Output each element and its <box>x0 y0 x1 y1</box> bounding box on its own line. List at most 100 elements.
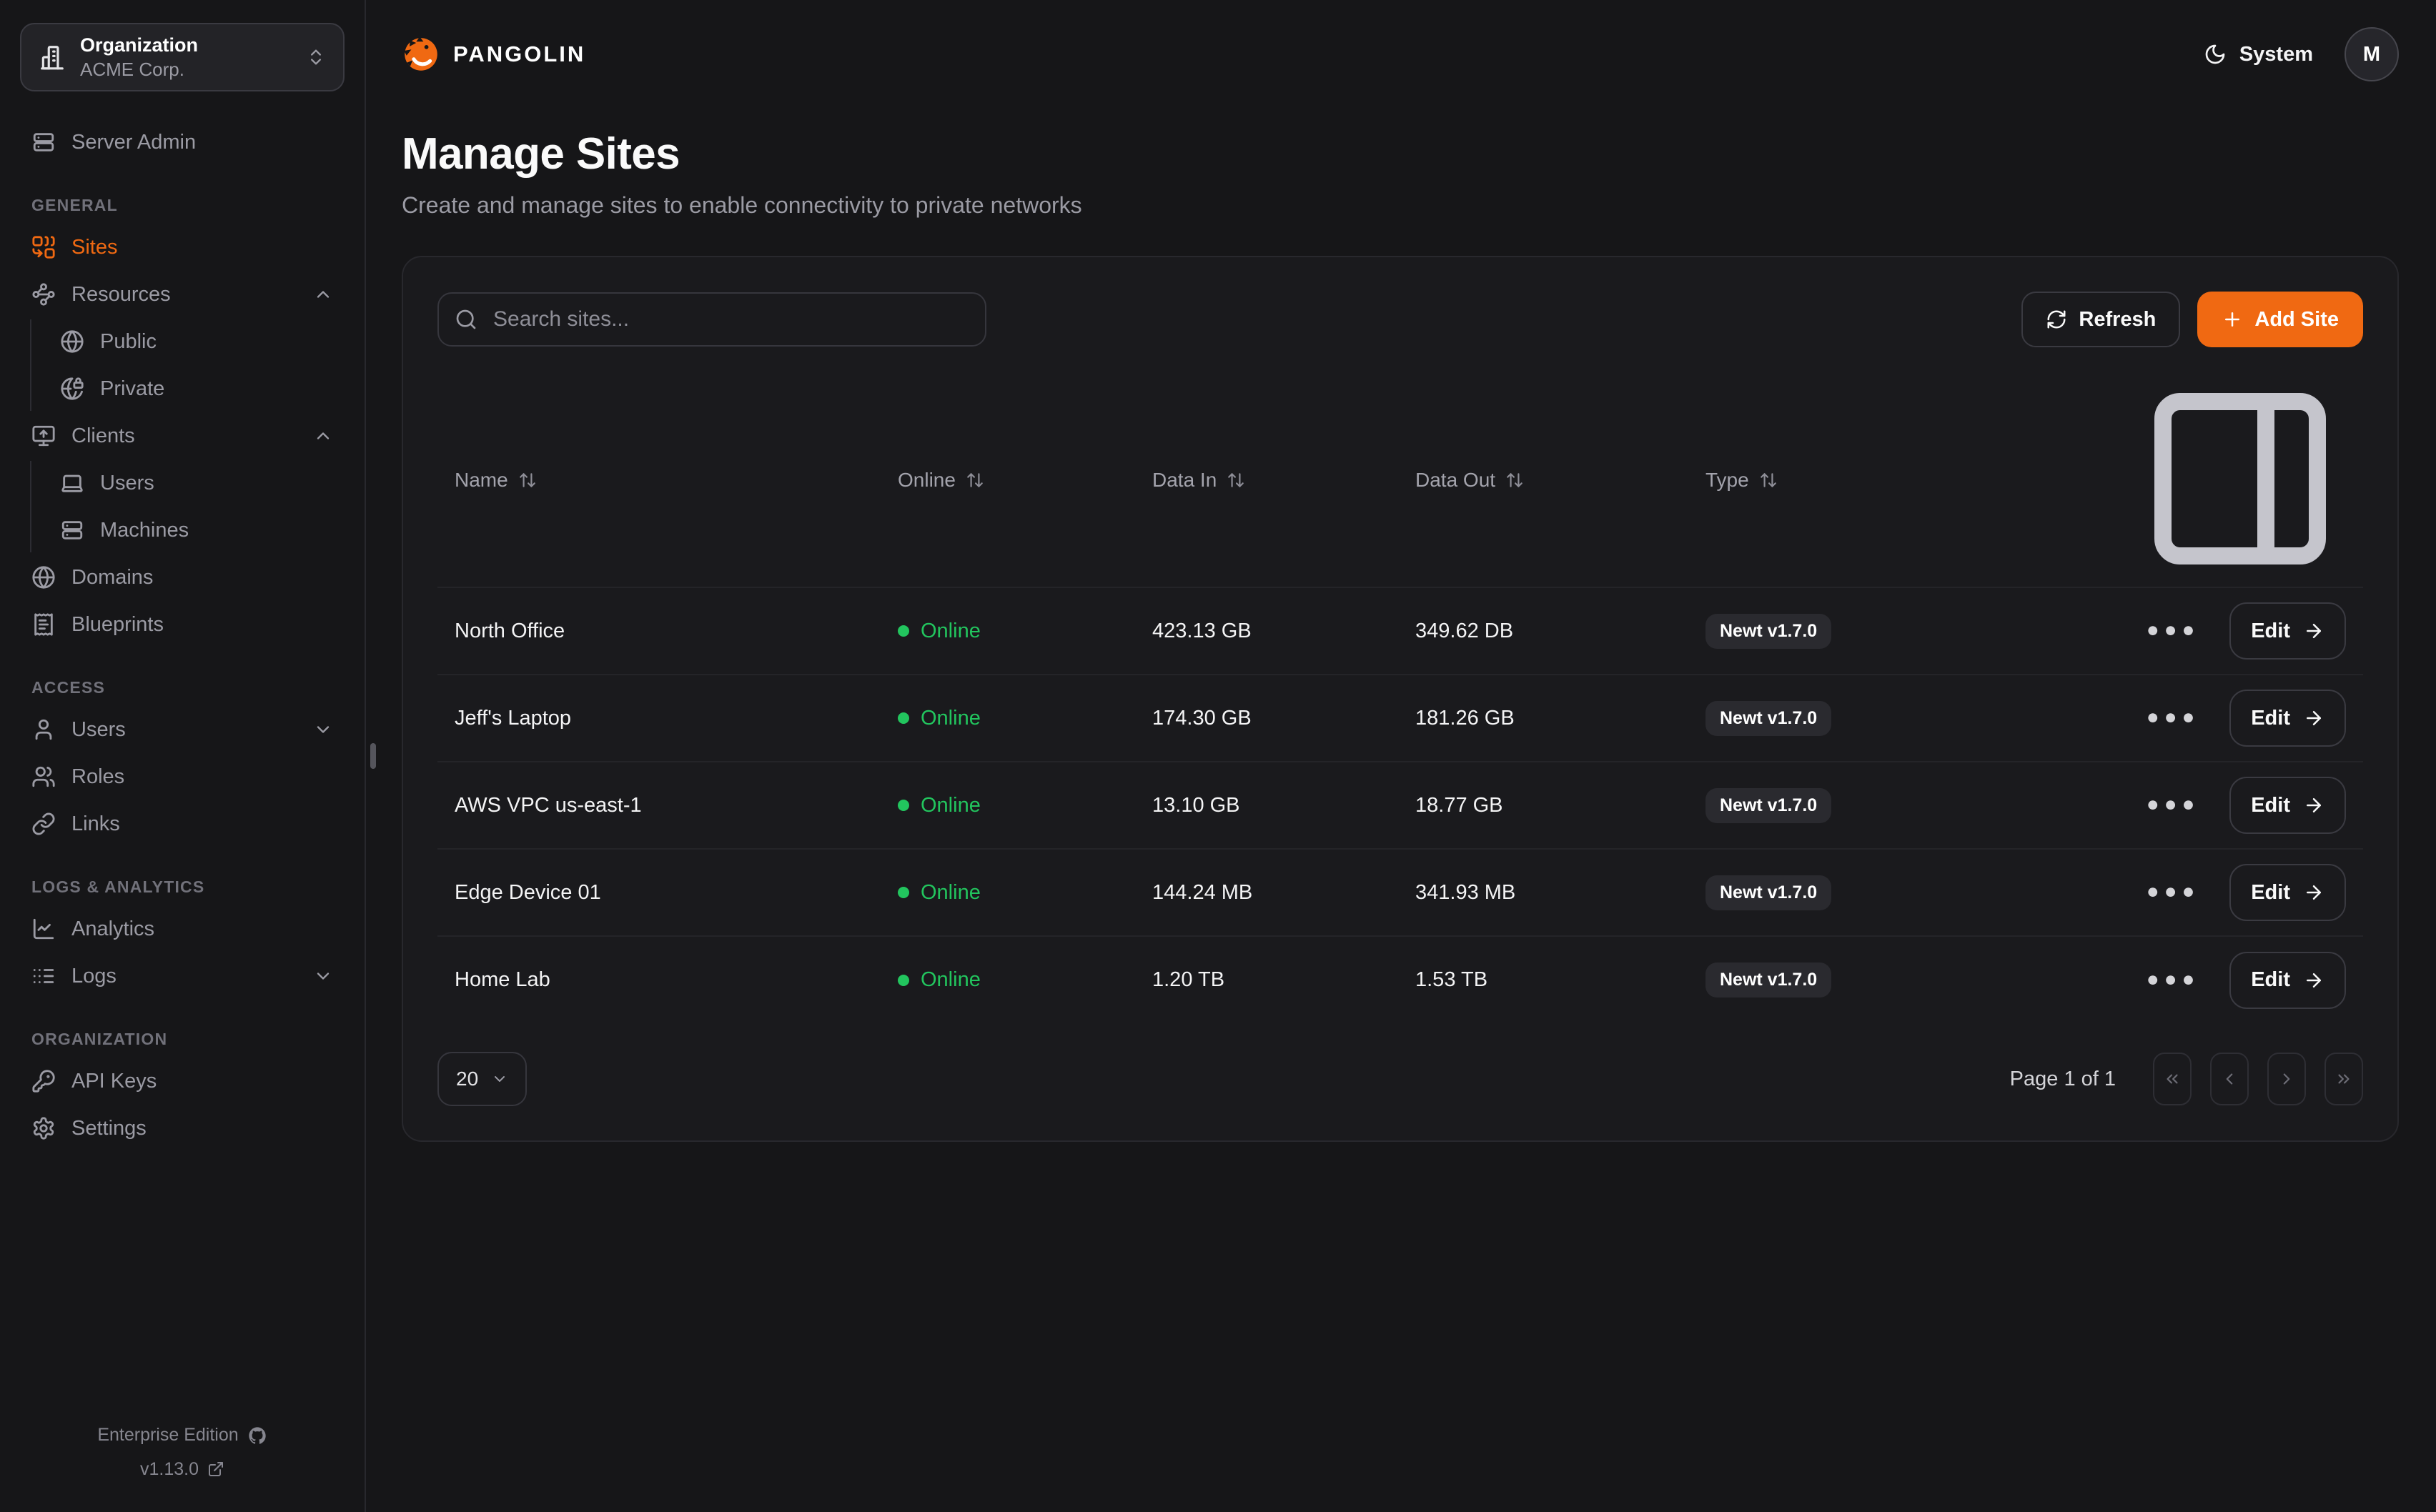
laptop-icon <box>60 471 84 495</box>
column-label: Name <box>455 469 508 492</box>
row-actions: Edit <box>2117 675 2363 762</box>
sidebar-nav: Server Admin GENERALSitesResourcesPublic… <box>20 91 345 1418</box>
sidebar-item-machines[interactable]: Machines <box>31 508 345 552</box>
edit-button[interactable]: Edit <box>2229 777 2346 834</box>
sidebar-item-roles[interactable]: Roles <box>20 755 345 799</box>
toggle-columns-button[interactable] <box>2134 373 2346 585</box>
table-row-aws-vpc-us-east-1: AWS VPC us-east-1Online13.10 GB18.77 GBN… <box>437 762 2363 849</box>
refresh-button[interactable]: Refresh <box>2021 292 2180 347</box>
online-dot-icon <box>898 975 909 986</box>
sidebar-item-domains[interactable]: Domains <box>20 555 345 600</box>
table-header-row: Name Online Data In Data Out Type <box>437 373 2363 587</box>
user-icon <box>31 717 56 742</box>
row-actions: Edit <box>2117 849 2363 936</box>
table-row-home-lab: Home LabOnline1.20 TB1.53 TBNewt v1.7.0E… <box>437 936 2363 1023</box>
sidebar-item-sites[interactable]: Sites <box>20 225 345 269</box>
table-row-jeff-s-laptop: Jeff's LaptopOnline174.30 GB181.26 GBNew… <box>437 675 2363 762</box>
add-site-button[interactable]: Add Site <box>2197 292 2363 347</box>
page-size-select[interactable]: 20 <box>437 1052 527 1106</box>
sidebar-item-blueprints[interactable]: Blueprints <box>20 602 345 647</box>
edit-button[interactable]: Edit <box>2229 690 2346 747</box>
row-menu-button[interactable] <box>2134 595 2207 667</box>
next-page-button[interactable] <box>2267 1053 2306 1105</box>
search-input[interactable] <box>437 292 986 347</box>
version-link[interactable]: v1.13.0 <box>140 1453 224 1487</box>
chevrons-right-icon <box>2334 1070 2353 1088</box>
site-name: Home Lab <box>437 936 881 1023</box>
sidebar-item-settings[interactable]: Settings <box>20 1106 345 1150</box>
sidebar-item-private[interactable]: Private <box>31 367 345 411</box>
sidebar-sections: GENERALSitesResourcesPublicPrivateClient… <box>20 196 345 1150</box>
sidebar-item-label: API Keys <box>71 1070 157 1093</box>
sidebar-item-users[interactable]: Users <box>31 461 345 505</box>
sidebar-item-server-admin[interactable]: Server Admin <box>20 120 345 164</box>
last-page-button[interactable] <box>2324 1053 2363 1105</box>
sidebar-item-users[interactable]: Users <box>20 707 345 752</box>
column-label: Online <box>898 469 956 492</box>
sidebar-item-label: Blueprints <box>71 613 164 637</box>
first-page-button[interactable] <box>2153 1053 2192 1105</box>
site-name: Edge Device 01 <box>437 849 881 936</box>
edition-link[interactable]: Enterprise Edition <box>97 1418 267 1453</box>
theme-label: System <box>2239 43 2313 66</box>
topbar: PANGOLIN System M <box>402 0 2399 109</box>
column-header-name: Name <box>437 373 881 587</box>
sidebar-item-clients[interactable]: Clients <box>20 414 345 458</box>
status-label: Online <box>921 707 981 730</box>
sort-online[interactable]: Online <box>898 469 1118 492</box>
sidebar-item-api-keys[interactable]: API Keys <box>20 1059 345 1103</box>
row-menu-button[interactable] <box>2134 944 2207 1016</box>
sidebar-item-logs[interactable]: Logs <box>20 954 345 998</box>
edit-button[interactable]: Edit <box>2229 602 2346 660</box>
sort-data-out[interactable]: Data Out <box>1415 469 1671 492</box>
ellipsis-icon <box>2140 950 2201 1010</box>
app-root: Organization ACME Corp. Server Admin GEN… <box>0 0 2436 1512</box>
data-in-value: 13.10 GB <box>1135 762 1398 849</box>
prev-page-button[interactable] <box>2210 1053 2249 1105</box>
search-wrap <box>437 292 986 347</box>
sort-name[interactable]: Name <box>455 469 863 492</box>
arrow-up-down-icon <box>1227 471 1245 489</box>
edit-button[interactable]: Edit <box>2229 864 2346 921</box>
site-type-cell: Newt v1.7.0 <box>1688 675 2117 762</box>
chevron-right-icon <box>2277 1070 2296 1088</box>
avatar[interactable]: M <box>2345 27 2399 81</box>
sidebar-item-public[interactable]: Public <box>31 319 345 364</box>
edit-button[interactable]: Edit <box>2229 952 2346 1009</box>
site-status-cell: Online <box>881 936 1135 1023</box>
site-status-cell: Online <box>881 587 1135 675</box>
row-menu-button[interactable] <box>2134 769 2207 841</box>
server-icon <box>31 130 56 154</box>
status-badge: Online <box>898 968 1118 992</box>
receipt-icon <box>31 612 56 637</box>
org-selector[interactable]: Organization ACME Corp. <box>20 23 345 91</box>
sort-data-in[interactable]: Data In <box>1152 469 1381 492</box>
type-badge: Newt v1.7.0 <box>1705 963 1831 998</box>
org-selector-texts: Organization ACME Corp. <box>80 34 292 81</box>
type-badge: Newt v1.7.0 <box>1705 875 1831 910</box>
sidebar-item-label: Machines <box>100 519 189 542</box>
site-type-cell: Newt v1.7.0 <box>1688 762 2117 849</box>
site-status-cell: Online <box>881 762 1135 849</box>
sidebar-item-links[interactable]: Links <box>20 802 345 846</box>
row-menu-button[interactable] <box>2134 682 2207 754</box>
sidebar-item-analytics[interactable]: Analytics <box>20 907 345 951</box>
pager-buttons <box>2153 1053 2363 1105</box>
theme-toggle[interactable]: System <box>2204 43 2313 66</box>
site-status-cell: Online <box>881 675 1135 762</box>
table-row-edge-device-01: Edge Device 01Online144.24 MB341.93 MBNe… <box>437 849 2363 936</box>
brand-logo[interactable]: PANGOLIN <box>402 35 585 74</box>
sort-type[interactable]: Type <box>1705 469 2100 492</box>
sidebar-scrollbar-thumb[interactable] <box>370 743 376 769</box>
row-menu-button[interactable] <box>2134 856 2207 928</box>
arrow-up-down-icon <box>1759 471 1778 489</box>
avatar-initial: M <box>2363 43 2380 66</box>
sites-table: NameOnlineData InData OutType North Offi… <box>437 373 2363 1023</box>
sidebar-item-label: Users <box>71 718 126 742</box>
sidebar-item-label: Sites <box>71 236 117 259</box>
sidebar-item-resources[interactable]: Resources <box>20 272 345 317</box>
section-heading-logs-analytics: LOGS & ANALYTICS <box>20 877 345 897</box>
column-header-data-out: Data Out <box>1398 373 1688 587</box>
online-dot-icon <box>898 625 909 637</box>
chevrons-up-down-icon <box>306 47 326 67</box>
